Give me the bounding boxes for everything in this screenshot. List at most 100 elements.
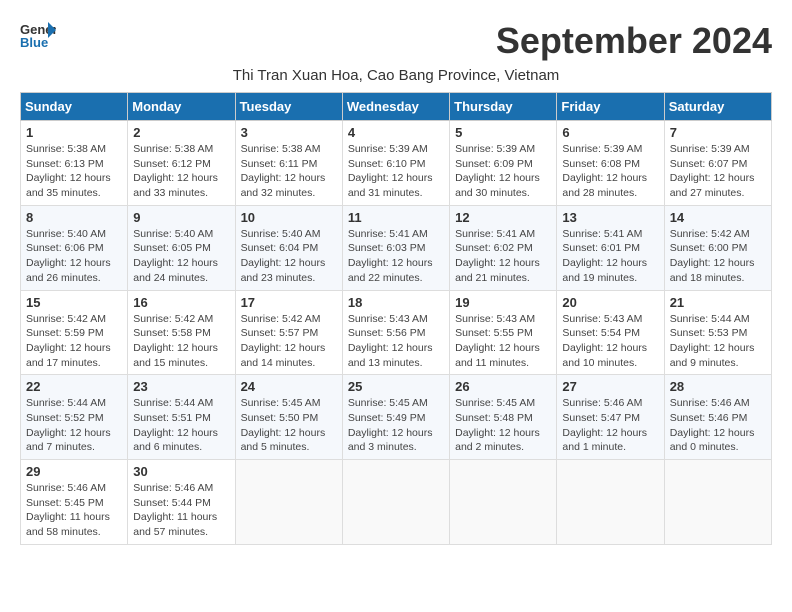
header-saturday: Saturday [664,93,771,121]
day-info: Sunrise: 5:46 AM Sunset: 5:44 PM Dayligh… [133,481,229,540]
day-number: 7 [670,125,766,140]
day-number: 23 [133,379,229,394]
day-info: Sunrise: 5:42 AM Sunset: 6:00 PM Dayligh… [670,227,766,286]
day-info: Sunrise: 5:42 AM Sunset: 5:57 PM Dayligh… [241,312,337,371]
header-monday: Monday [128,93,235,121]
day-info: Sunrise: 5:43 AM Sunset: 5:56 PM Dayligh… [348,312,444,371]
day-info: Sunrise: 5:46 AM Sunset: 5:47 PM Dayligh… [562,396,658,455]
day-number: 21 [670,295,766,310]
day-number: 19 [455,295,551,310]
day-number: 18 [348,295,444,310]
day-number: 9 [133,210,229,225]
calendar-cell: 23 Sunrise: 5:44 AM Sunset: 5:51 PM Dayli… [128,375,235,460]
day-number: 27 [562,379,658,394]
calendar-cell: 14 Sunrise: 5:42 AM Sunset: 6:00 PM Dayli… [664,205,771,290]
calendar-cell: 16Sunrise: 5:42 AM Sunset: 5:58 PM Dayli… [128,290,235,375]
day-number: 30 [133,464,229,479]
day-number: 17 [241,295,337,310]
day-info: Sunrise: 5:43 AM Sunset: 5:54 PM Dayligh… [562,312,658,371]
calendar-cell: 22Sunrise: 5:44 AM Sunset: 5:52 PM Dayli… [21,375,128,460]
calendar-cell [557,460,664,545]
calendar-week-3: 15Sunrise: 5:42 AM Sunset: 5:59 PM Dayli… [21,290,772,375]
calendar-cell: 1 Sunrise: 5:38 AM Sunset: 6:13 PM Daylig… [21,121,128,206]
calendar-week-5: 29 Sunrise: 5:46 AM Sunset: 5:45 PM Dayli… [21,460,772,545]
day-info: Sunrise: 5:40 AM Sunset: 6:06 PM Dayligh… [26,227,122,286]
day-number: 28 [670,379,766,394]
day-number: 24 [241,379,337,394]
svg-text:Blue: Blue [20,35,48,50]
calendar-week-1: 1 Sunrise: 5:38 AM Sunset: 6:13 PM Daylig… [21,121,772,206]
calendar-cell: 10 Sunrise: 5:40 AM Sunset: 6:04 PM Dayli… [235,205,342,290]
day-number: 25 [348,379,444,394]
day-number: 13 [562,210,658,225]
day-info: Sunrise: 5:38 AM Sunset: 6:11 PM Dayligh… [241,142,337,201]
calendar-cell: 15Sunrise: 5:42 AM Sunset: 5:59 PM Dayli… [21,290,128,375]
day-info: Sunrise: 5:39 AM Sunset: 6:09 PM Dayligh… [455,142,551,201]
day-info: Sunrise: 5:39 AM Sunset: 6:08 PM Dayligh… [562,142,658,201]
logo-icon: General Blue [20,20,56,50]
day-info: Sunrise: 5:46 AM Sunset: 5:45 PM Dayligh… [26,481,122,540]
day-number: 11 [348,210,444,225]
day-number: 10 [241,210,337,225]
header-thursday: Thursday [450,93,557,121]
day-info: Sunrise: 5:41 AM Sunset: 6:02 PM Dayligh… [455,227,551,286]
calendar-cell: 29 Sunrise: 5:46 AM Sunset: 5:45 PM Dayli… [21,460,128,545]
calendar-cell: 7Sunrise: 5:39 AM Sunset: 6:07 PM Daylig… [664,121,771,206]
day-info: Sunrise: 5:38 AM Sunset: 6:13 PM Dayligh… [26,142,122,201]
day-info: Sunrise: 5:41 AM Sunset: 6:03 PM Dayligh… [348,227,444,286]
day-number: 22 [26,379,122,394]
header-sunday: Sunday [21,93,128,121]
day-number: 20 [562,295,658,310]
day-info: Sunrise: 5:44 AM Sunset: 5:51 PM Dayligh… [133,396,229,455]
header-friday: Friday [557,93,664,121]
day-info: Sunrise: 5:45 AM Sunset: 5:49 PM Dayligh… [348,396,444,455]
calendar-cell: 9 Sunrise: 5:40 AM Sunset: 6:05 PM Daylig… [128,205,235,290]
day-number: 1 [26,125,122,140]
calendar-cell: 5 Sunrise: 5:39 AM Sunset: 6:09 PM Daylig… [450,121,557,206]
calendar-cell: 4 Sunrise: 5:39 AM Sunset: 6:10 PM Daylig… [342,121,449,206]
day-number: 14 [670,210,766,225]
day-info: Sunrise: 5:41 AM Sunset: 6:01 PM Dayligh… [562,227,658,286]
title-area: September 2024 [496,20,772,62]
calendar-cell: 18 Sunrise: 5:43 AM Sunset: 5:56 PM Dayli… [342,290,449,375]
day-info: Sunrise: 5:45 AM Sunset: 5:48 PM Dayligh… [455,396,551,455]
month-title: September 2024 [496,20,772,62]
day-number: 29 [26,464,122,479]
day-number: 5 [455,125,551,140]
day-info: Sunrise: 5:43 AM Sunset: 5:55 PM Dayligh… [455,312,551,371]
day-number: 16 [133,295,229,310]
day-info: Sunrise: 5:45 AM Sunset: 5:50 PM Dayligh… [241,396,337,455]
day-info: Sunrise: 5:40 AM Sunset: 6:04 PM Dayligh… [241,227,337,286]
calendar-cell: 8 Sunrise: 5:40 AM Sunset: 6:06 PM Daylig… [21,205,128,290]
day-number: 26 [455,379,551,394]
calendar-cell: 19 Sunrise: 5:43 AM Sunset: 5:55 PM Dayli… [450,290,557,375]
page-header: General Blue September 2024 [20,20,772,62]
calendar-week-2: 8 Sunrise: 5:40 AM Sunset: 6:06 PM Daylig… [21,205,772,290]
day-number: 2 [133,125,229,140]
day-info: Sunrise: 5:40 AM Sunset: 6:05 PM Dayligh… [133,227,229,286]
calendar-cell [342,460,449,545]
day-info: Sunrise: 5:39 AM Sunset: 6:10 PM Dayligh… [348,142,444,201]
calendar-cell: 6Sunrise: 5:39 AM Sunset: 6:08 PM Daylig… [557,121,664,206]
calendar-cell: 13 Sunrise: 5:41 AM Sunset: 6:01 PM Dayli… [557,205,664,290]
day-info: Sunrise: 5:44 AM Sunset: 5:53 PM Dayligh… [670,312,766,371]
calendar-cell: 27 Sunrise: 5:46 AM Sunset: 5:47 PM Dayli… [557,375,664,460]
calendar-cell: 20 Sunrise: 5:43 AM Sunset: 5:54 PM Dayli… [557,290,664,375]
calendar-cell: 3 Sunrise: 5:38 AM Sunset: 6:11 PM Daylig… [235,121,342,206]
day-info: Sunrise: 5:38 AM Sunset: 6:12 PM Dayligh… [133,142,229,201]
calendar-cell: 21 Sunrise: 5:44 AM Sunset: 5:53 PM Dayli… [664,290,771,375]
calendar-cell: 28Sunrise: 5:46 AM Sunset: 5:46 PM Dayli… [664,375,771,460]
day-info: Sunrise: 5:42 AM Sunset: 5:59 PM Dayligh… [26,312,122,371]
day-number: 8 [26,210,122,225]
calendar-table: SundayMondayTuesdayWednesdayThursdayFrid… [20,92,772,545]
calendar-header-row: SundayMondayTuesdayWednesdayThursdayFrid… [21,93,772,121]
day-number: 3 [241,125,337,140]
calendar-cell [450,460,557,545]
calendar-cell: 2 Sunrise: 5:38 AM Sunset: 6:12 PM Daylig… [128,121,235,206]
header-wednesday: Wednesday [342,93,449,121]
calendar-cell: 30 Sunrise: 5:46 AM Sunset: 5:44 PM Dayli… [128,460,235,545]
calendar-cell: 11 Sunrise: 5:41 AM Sunset: 6:03 PM Dayli… [342,205,449,290]
day-number: 4 [348,125,444,140]
header-tuesday: Tuesday [235,93,342,121]
calendar-cell [235,460,342,545]
